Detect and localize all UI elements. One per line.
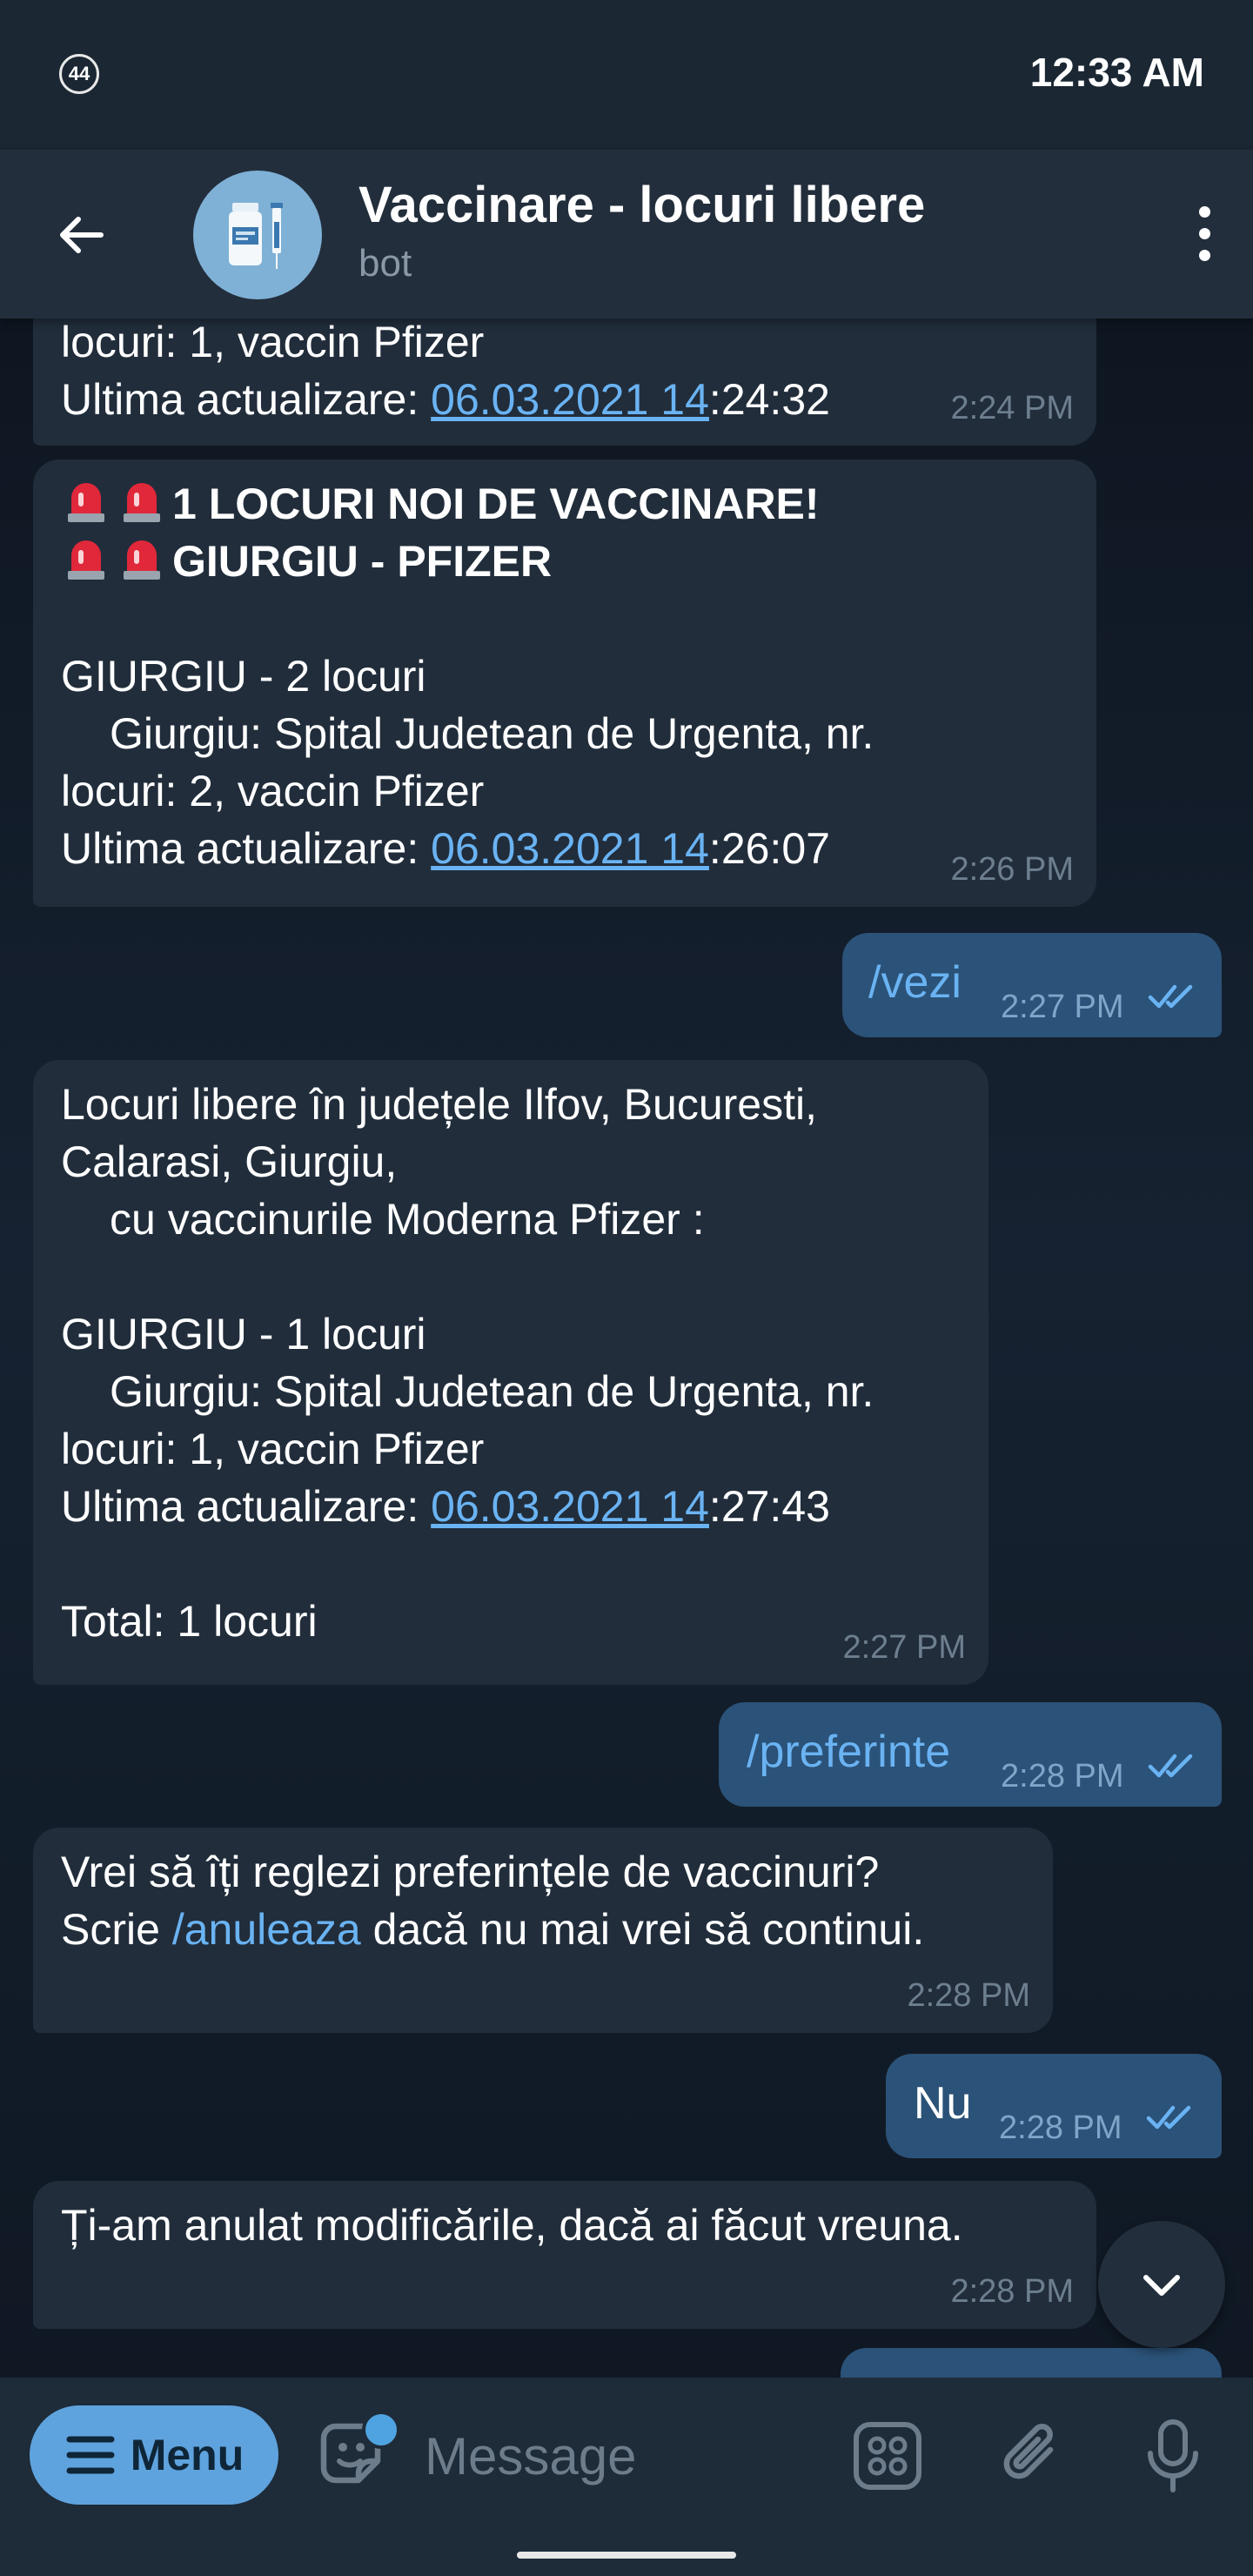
kebab-dot-icon (1198, 205, 1210, 218)
microphone-icon (1148, 2419, 1198, 2492)
text-fragment: :27:43 (708, 1482, 830, 1531)
siren-icon (68, 540, 104, 580)
command-link[interactable]: /vezi (868, 954, 962, 1011)
message-line: Calarasi, Giurgiu, (61, 1137, 398, 1186)
incoming-message[interactable]: 1 LOCURI NOI DE VACCINARE! GIURGIU - PFI… (33, 460, 1096, 907)
message-time: 2:26 PM (950, 851, 1074, 888)
double-check-icon (1146, 2105, 1191, 2130)
sticker-emoji-button[interactable] (310, 2411, 400, 2499)
chat-subtitle: bot (358, 242, 412, 285)
paperclip-icon (1003, 2424, 1054, 2479)
command-link[interactable]: /preferinte (747, 1723, 950, 1781)
message-time: 2:28 PM (1001, 1758, 1124, 1794)
chat-messages[interactable]: locuri: 1, vaccin Pfizer Ultima actualiz… (0, 319, 1253, 2378)
scroll-to-bottom-button[interactable] (1098, 2221, 1225, 2348)
outgoing-message[interactable]: Nu 2:28 PM (886, 2054, 1222, 2158)
chat-title[interactable]: Vaccinare - locuri libere (358, 176, 925, 234)
text-fragment: Ultima actualizare: (61, 375, 432, 424)
status-time: 12:33 AM (1029, 50, 1204, 95)
incoming-message[interactable]: Locuri libere în județele Ilfov, Bucures… (33, 1060, 988, 1685)
message-input-bar: Menu (0, 2378, 1253, 2527)
message-time: 2:28 PM (907, 1977, 1030, 2014)
system-navigation-bar (0, 2527, 1253, 2576)
text-fragment: dacă nu mai vrei să continui. (360, 1905, 925, 1954)
text-fragment: Ultima actualizare: (61, 1482, 432, 1531)
outgoing-message[interactable]: /preferinte 2:28 PM (719, 1702, 1222, 1807)
menu-button-label: Menu (130, 2431, 245, 2479)
message-line: locuri: 1, vaccin Pfizer (61, 319, 485, 366)
text-fragment: :24:32 (708, 375, 830, 424)
siren-icon (124, 540, 160, 580)
incoming-message[interactable]: Vrei să îți reglezi preferințele de vacc… (33, 1828, 1053, 2033)
alert-subheadline: GIURGIU - PFIZER (172, 537, 553, 586)
bot-commands-button[interactable] (844, 2412, 931, 2499)
voice-record-button[interactable] (1129, 2412, 1216, 2499)
message-line: Scrie /anuleaza dacă nu mai vrei să cont… (61, 1901, 1025, 1958)
date-link[interactable]: 06.03.2021 14 (431, 375, 709, 424)
message-line: Giurgiu: Spital Judetean de Urgenta, nr. (110, 1367, 874, 1416)
message-line: 1 LOCURI NOI DE VACCINARE! (61, 475, 1069, 533)
message-time: 2:24 PM (950, 390, 1074, 426)
incoming-message[interactable]: Ți-am anulat modificările, dacă ai făcut… (33, 2181, 1096, 2329)
siren-icon (68, 483, 104, 522)
new-stickers-dot (362, 2411, 400, 2449)
siren-icon (124, 483, 160, 522)
date-link[interactable]: 06.03.2021 14 (431, 824, 709, 873)
bot-menu-button[interactable]: Menu (30, 2405, 278, 2505)
home-gesture-handle[interactable] (517, 2552, 736, 2559)
message-text: Nu (914, 2078, 972, 2129)
status-bar: 44 12:33 AM (0, 0, 1253, 150)
message-line: locuri: 1, vaccin Pfizer (61, 1425, 485, 1473)
text-fragment: Ultima actualizare: (61, 824, 432, 873)
message-line: Giurgiu: Spital Judetean de Urgenta, nr. (110, 709, 874, 758)
attach-button[interactable] (988, 2412, 1075, 2499)
kebab-dot-icon (1198, 249, 1210, 261)
message-time: 2:28 PM (999, 2110, 1122, 2146)
message-time: 2:28 PM (950, 2273, 1074, 2310)
kebab-dot-icon (1198, 227, 1210, 239)
message-line: cu vaccinurile Moderna Pfizer : (110, 1195, 705, 1244)
message-line: Vrei să îți reglezi preferințele de vacc… (61, 1848, 880, 1896)
double-check-icon (1148, 984, 1193, 1009)
message-time: 2:27 PM (842, 1629, 966, 1666)
chevron-down-icon (1143, 2275, 1180, 2296)
outgoing-message[interactable] (841, 2348, 1222, 2378)
message-line: Ultima actualizare: 06.03.2021 14:26:07 (61, 820, 1069, 877)
text-fragment: Scrie (61, 1905, 172, 1954)
message-line: Ultima actualizare: 06.03.2021 14:24:32 (61, 371, 1069, 428)
bot-avatar[interactable] (193, 171, 322, 299)
message-input[interactable] (423, 2416, 827, 2496)
message-line: Locuri libere în județele Ilfov, Bucures… (61, 1080, 817, 1129)
message-line: Ți-am anulat modificările, dacă ai făcut… (61, 2201, 963, 2250)
message-line: locuri: 2, vaccin Pfizer (61, 767, 485, 815)
arrow-left-icon (60, 217, 104, 253)
outgoing-message[interactable]: /vezi 2:27 PM (842, 933, 1222, 1037)
command-link[interactable]: /anuleaza (172, 1905, 361, 1954)
message-line: GIURGIU - PFIZER (61, 533, 1069, 590)
date-link[interactable]: 06.03.2021 14 (431, 1482, 709, 1531)
double-check-icon (1148, 1754, 1193, 1778)
notification-count-badge: 44 (59, 54, 99, 94)
message-line: Total: 1 locuri (61, 1597, 318, 1646)
text-fragment: :26:07 (708, 824, 830, 873)
message-line: GIURGIU - 1 locuri (61, 1310, 426, 1358)
chat-header: Vaccinare - locuri libere bot (0, 150, 1253, 319)
incoming-message[interactable]: locuri: 1, vaccin Pfizer Ultima actualiz… (33, 319, 1096, 446)
grid-commands-icon (854, 2422, 921, 2490)
message-time: 2:27 PM (1001, 989, 1124, 1025)
back-button[interactable] (42, 195, 122, 275)
message-line: Ultima actualizare: 06.03.2021 14:27:43 (61, 1478, 961, 1535)
hamburger-menu-icon (66, 2436, 115, 2474)
more-options-button[interactable] (1169, 190, 1239, 277)
message-line: GIURGIU - 2 locuri (61, 652, 426, 701)
vaccine-vial-syringe-icon (229, 203, 283, 269)
alert-headline: 1 LOCURI NOI DE VACCINARE! (172, 480, 820, 528)
